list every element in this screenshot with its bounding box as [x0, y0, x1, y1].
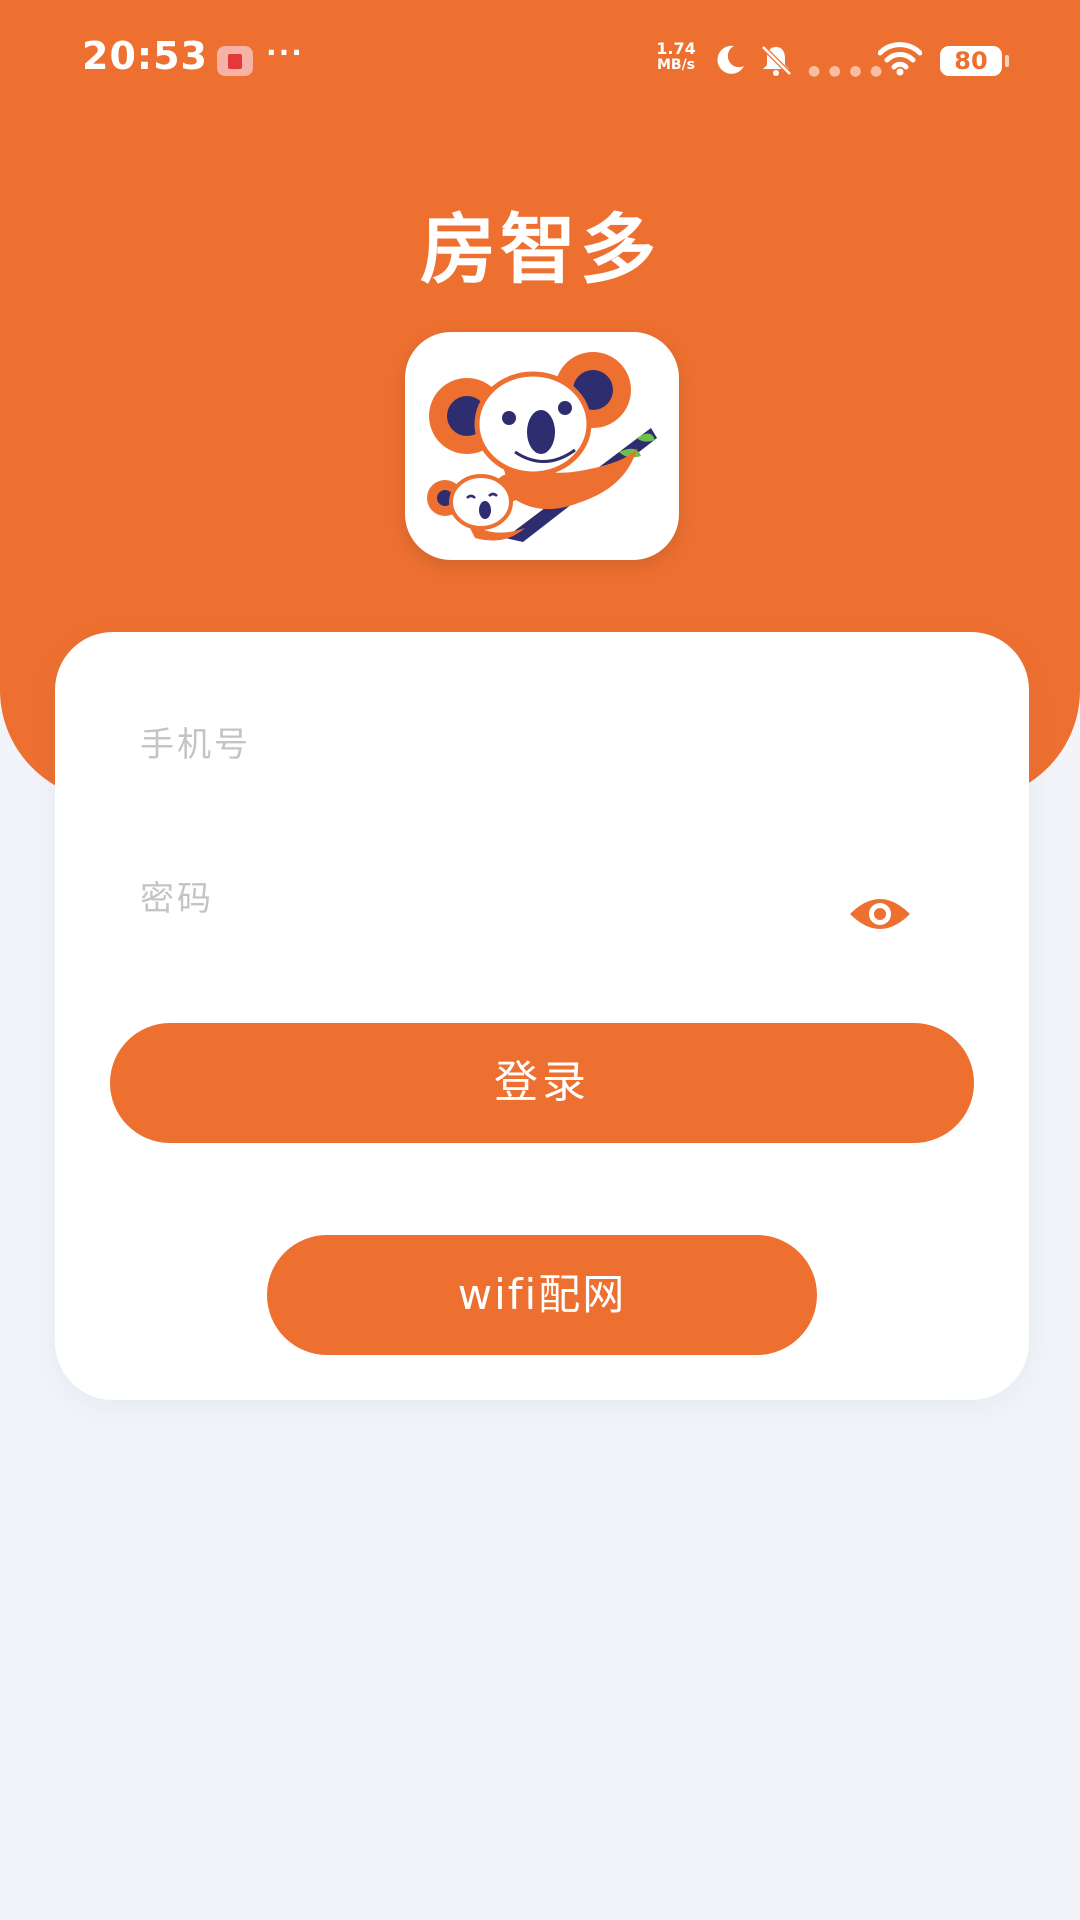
moon-icon	[717, 45, 744, 74]
status-time: 20:53	[82, 34, 208, 78]
notification-icon	[217, 46, 253, 76]
login-button[interactable]: 登录	[110, 1023, 974, 1143]
network-speed: 1.74 MB/s	[650, 40, 702, 74]
app-logo	[405, 332, 679, 560]
app-title: 房智多	[420, 205, 660, 294]
wifi-config-button[interactable]: wifi配网	[267, 1235, 817, 1355]
status-more: ···	[266, 36, 304, 69]
signal-dots-icon: ● ● ● ●	[808, 63, 885, 79]
login-card: 登录 wifi配网	[55, 632, 1029, 1400]
password-input[interactable]	[140, 854, 840, 944]
eye-icon[interactable]	[848, 894, 912, 934]
network-speed-value: 1.74	[656, 39, 696, 58]
network-speed-unit: MB/s	[656, 57, 696, 73]
koala-logo-icon	[427, 352, 657, 542]
phone-input[interactable]	[140, 700, 940, 790]
bell-off-icon	[761, 45, 792, 76]
status-bar: 20:53 ··· 1.74 MB/s ● ● ● ● 80	[0, 0, 1080, 120]
battery-icon: 80	[940, 46, 1009, 76]
wifi-icon	[878, 42, 922, 76]
